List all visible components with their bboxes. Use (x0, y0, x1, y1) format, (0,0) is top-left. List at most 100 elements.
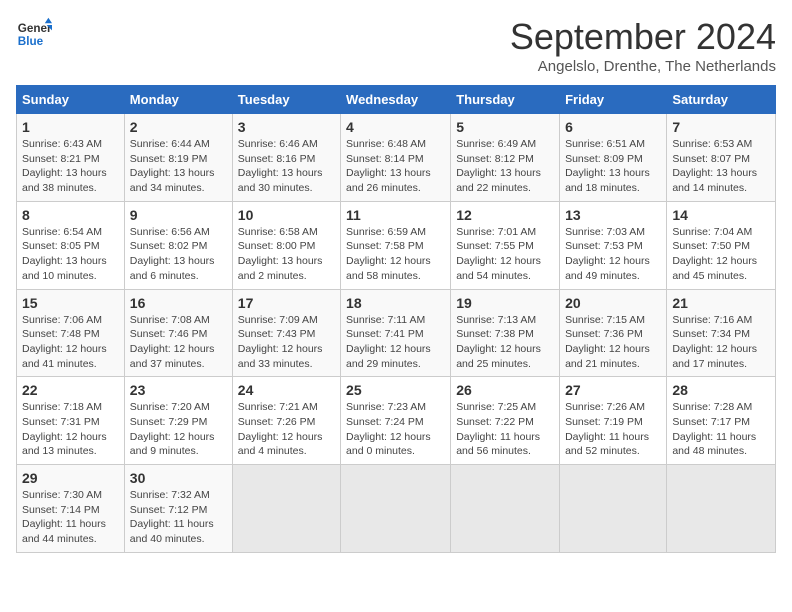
calendar-cell: 21 Sunrise: 7:16 AMSunset: 7:34 PMDayligh… (667, 289, 776, 377)
day-info: Sunrise: 7:16 AMSunset: 7:34 PMDaylight:… (672, 313, 770, 372)
day-info: Sunrise: 6:54 AMSunset: 8:05 PMDaylight:… (22, 225, 119, 284)
day-info: Sunrise: 6:44 AMSunset: 8:19 PMDaylight:… (130, 137, 227, 196)
day-info: Sunrise: 6:43 AMSunset: 8:21 PMDaylight:… (22, 137, 119, 196)
day-number: 30 (130, 470, 227, 486)
page-header: General Blue September 2024 Angelslo, Dr… (16, 16, 776, 75)
day-number: 29 (22, 470, 119, 486)
calendar-cell: 12 Sunrise: 7:01 AMSunset: 7:55 PMDayligh… (451, 201, 560, 289)
calendar-cell: 16 Sunrise: 7:08 AMSunset: 7:46 PMDayligh… (124, 289, 232, 377)
week-row-4: 22Sunrise: 7:18 AMSunset: 7:31 PMDayligh… (17, 377, 776, 465)
column-header-thursday: Thursday (451, 86, 560, 114)
day-info: Sunrise: 7:20 AMSunset: 7:29 PMDaylight:… (130, 400, 227, 459)
day-number: 24 (238, 382, 335, 398)
day-number: 4 (346, 119, 445, 135)
calendar-cell (560, 465, 667, 553)
calendar-cell: 5 Sunrise: 6:49 AMSunset: 8:12 PMDaylight… (451, 114, 560, 202)
day-info: Sunrise: 6:59 AMSunset: 7:58 PMDaylight:… (346, 225, 445, 284)
day-number: 21 (672, 295, 770, 311)
calendar-cell: 30 Sunrise: 7:32 AMSunset: 7:12 PMDayligh… (124, 465, 232, 553)
day-info: Sunrise: 7:01 AMSunset: 7:55 PMDaylight:… (456, 225, 554, 284)
day-info: Sunrise: 7:25 AMSunset: 7:22 PMDaylight:… (456, 400, 554, 459)
column-header-sunday: Sunday (17, 86, 125, 114)
day-number: 10 (238, 207, 335, 223)
day-info: Sunrise: 7:18 AMSunset: 7:31 PMDaylight:… (22, 400, 119, 459)
week-row-3: 15Sunrise: 7:06 AMSunset: 7:48 PMDayligh… (17, 289, 776, 377)
day-info: Sunrise: 6:53 AMSunset: 8:07 PMDaylight:… (672, 137, 770, 196)
week-row-2: 8 Sunrise: 6:54 AMSunset: 8:05 PMDaylight… (17, 201, 776, 289)
day-info: Sunrise: 7:21 AMSunset: 7:26 PMDaylight:… (238, 400, 335, 459)
day-number: 9 (130, 207, 227, 223)
calendar-cell (451, 465, 560, 553)
location-title: Angelslo, Drenthe, The Netherlands (510, 58, 776, 75)
day-number: 23 (130, 382, 227, 398)
calendar-table: SundayMondayTuesdayWednesdayThursdayFrid… (16, 85, 776, 553)
day-number: 18 (346, 295, 445, 311)
day-number: 19 (456, 295, 554, 311)
calendar-cell: 28 Sunrise: 7:28 AMSunset: 7:17 PMDayligh… (667, 377, 776, 465)
day-info: Sunrise: 7:11 AMSunset: 7:41 PMDaylight:… (346, 313, 445, 372)
day-info: Sunrise: 7:30 AMSunset: 7:14 PMDaylight:… (22, 488, 119, 547)
day-info: Sunrise: 6:48 AMSunset: 8:14 PMDaylight:… (346, 137, 445, 196)
day-info: Sunrise: 6:56 AMSunset: 8:02 PMDaylight:… (130, 225, 227, 284)
day-number: 6 (565, 119, 661, 135)
day-number: 27 (565, 382, 661, 398)
calendar-cell: 27Sunrise: 7:26 AMSunset: 7:19 PMDayligh… (560, 377, 667, 465)
day-info: Sunrise: 7:09 AMSunset: 7:43 PMDaylight:… (238, 313, 335, 372)
month-title: September 2024 (510, 16, 776, 58)
calendar-cell: 4 Sunrise: 6:48 AMSunset: 8:14 PMDaylight… (341, 114, 451, 202)
column-header-wednesday: Wednesday (341, 86, 451, 114)
calendar-cell: 1 Sunrise: 6:43 AMSunset: 8:21 PMDaylight… (17, 114, 125, 202)
calendar-cell (232, 465, 340, 553)
day-info: Sunrise: 7:03 AMSunset: 7:53 PMDaylight:… (565, 225, 661, 284)
calendar-cell (667, 465, 776, 553)
day-number: 1 (22, 119, 119, 135)
calendar-cell: 20 Sunrise: 7:15 AMSunset: 7:36 PMDayligh… (560, 289, 667, 377)
calendar-cell: 10Sunrise: 6:58 AMSunset: 8:00 PMDayligh… (232, 201, 340, 289)
day-number: 5 (456, 119, 554, 135)
day-info: Sunrise: 6:49 AMSunset: 8:12 PMDaylight:… (456, 137, 554, 196)
calendar-cell: 17Sunrise: 7:09 AMSunset: 7:43 PMDayligh… (232, 289, 340, 377)
day-info: Sunrise: 7:32 AMSunset: 7:12 PMDaylight:… (130, 488, 227, 547)
day-number: 8 (22, 207, 119, 223)
calendar-cell: 9 Sunrise: 6:56 AMSunset: 8:02 PMDaylight… (124, 201, 232, 289)
day-info: Sunrise: 6:46 AMSunset: 8:16 PMDaylight:… (238, 137, 335, 196)
calendar-cell: 18 Sunrise: 7:11 AMSunset: 7:41 PMDayligh… (341, 289, 451, 377)
day-info: Sunrise: 7:15 AMSunset: 7:36 PMDaylight:… (565, 313, 661, 372)
header-row: SundayMondayTuesdayWednesdayThursdayFrid… (17, 86, 776, 114)
calendar-cell: 6 Sunrise: 6:51 AMSunset: 8:09 PMDaylight… (560, 114, 667, 202)
day-number: 26 (456, 382, 554, 398)
logo: General Blue (16, 16, 52, 52)
day-info: Sunrise: 7:23 AMSunset: 7:24 PMDaylight:… (346, 400, 445, 459)
day-number: 13 (565, 207, 661, 223)
day-number: 28 (672, 382, 770, 398)
logo-icon: General Blue (16, 16, 52, 52)
day-number: 2 (130, 119, 227, 135)
day-number: 16 (130, 295, 227, 311)
day-info: Sunrise: 7:28 AMSunset: 7:17 PMDaylight:… (672, 400, 770, 459)
calendar-cell: 25Sunrise: 7:23 AMSunset: 7:24 PMDayligh… (341, 377, 451, 465)
column-header-tuesday: Tuesday (232, 86, 340, 114)
day-number: 14 (672, 207, 770, 223)
calendar-cell: 15Sunrise: 7:06 AMSunset: 7:48 PMDayligh… (17, 289, 125, 377)
column-header-saturday: Saturday (667, 86, 776, 114)
calendar-cell: 7 Sunrise: 6:53 AMSunset: 8:07 PMDaylight… (667, 114, 776, 202)
week-row-5: 29 Sunrise: 7:30 AMSunset: 7:14 PMDayligh… (17, 465, 776, 553)
day-number: 20 (565, 295, 661, 311)
title-block: September 2024 Angelslo, Drenthe, The Ne… (510, 16, 776, 75)
day-info: Sunrise: 7:08 AMSunset: 7:46 PMDaylight:… (130, 313, 227, 372)
day-number: 11 (346, 207, 445, 223)
calendar-cell (341, 465, 451, 553)
day-info: Sunrise: 7:13 AMSunset: 7:38 PMDaylight:… (456, 313, 554, 372)
calendar-cell: 3Sunrise: 6:46 AMSunset: 8:16 PMDaylight… (232, 114, 340, 202)
svg-text:General: General (18, 22, 52, 35)
calendar-cell: 22Sunrise: 7:18 AMSunset: 7:31 PMDayligh… (17, 377, 125, 465)
calendar-cell: 19 Sunrise: 7:13 AMSunset: 7:38 PMDayligh… (451, 289, 560, 377)
column-header-monday: Monday (124, 86, 232, 114)
day-number: 7 (672, 119, 770, 135)
calendar-cell: 29 Sunrise: 7:30 AMSunset: 7:14 PMDayligh… (17, 465, 125, 553)
day-info: Sunrise: 6:51 AMSunset: 8:09 PMDaylight:… (565, 137, 661, 196)
svg-text:Blue: Blue (18, 35, 44, 48)
day-number: 12 (456, 207, 554, 223)
day-info: Sunrise: 7:04 AMSunset: 7:50 PMDaylight:… (672, 225, 770, 284)
day-info: Sunrise: 7:06 AMSunset: 7:48 PMDaylight:… (22, 313, 119, 372)
